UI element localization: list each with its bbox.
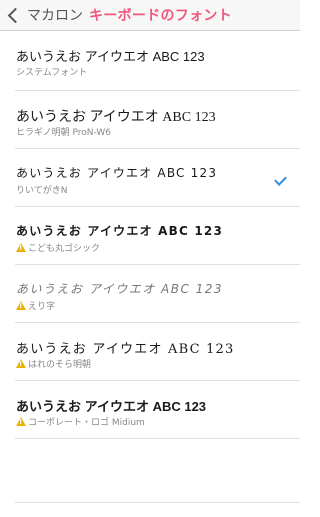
- font-name: りいてがきN: [16, 183, 67, 196]
- font-list: あいうえお アイウエオ ABC 123 システムフォント あいうえお アイウエオ…: [0, 31, 300, 439]
- back-button[interactable]: マカロン: [6, 4, 83, 26]
- keyboard-font-screen: マカロン キーボードのフォント あいうえお アイウエオ ABC 123 システム…: [0, 0, 300, 517]
- font-name-label: ヒラギノ明朝 ProN-W6: [16, 128, 112, 138]
- navigation-bar: マカロン キーボードのフォント: [0, 0, 300, 31]
- font-row-kodomo-maru-gothic[interactable]: あいうえお アイウエオ ABC 123 こども丸ゴシック: [15, 207, 300, 265]
- font-row-corporate-logo[interactable]: あいうえお アイウエオ ABC 123 コーポレート・ロゴ Midium: [15, 381, 300, 439]
- font-name-label: はれのそら明朝: [28, 360, 92, 370]
- font-sample: あいうえお アイウエオ ABC 123: [16, 166, 218, 180]
- font-name: こども丸ゴシック: [16, 241, 100, 254]
- font-row-riitegaki[interactable]: あいうえお アイウエオ ABC 123 りいてがきN: [15, 149, 300, 207]
- checkmark-icon: [274, 173, 287, 186]
- font-name-label: えり字: [28, 302, 56, 312]
- font-name: コーポレート・ロゴ Midium: [16, 415, 145, 428]
- font-name: ヒラギノ明朝 ProN-W6: [16, 125, 111, 138]
- warning-triangle-icon: [16, 243, 26, 252]
- font-sample: あいうえお アイウエオ ABC 123: [16, 342, 235, 357]
- font-sample: あいうえお アイウエオ ABC 123: [16, 110, 216, 125]
- font-name-label: こども丸ゴシック: [28, 244, 101, 254]
- font-sample: あいうえお アイウエオ ABC 123: [16, 399, 207, 414]
- font-name: えり字: [16, 299, 55, 312]
- warning-triangle-icon: [16, 417, 26, 426]
- back-button-label: マカロン: [27, 8, 83, 24]
- font-row-hiragino-mincho[interactable]: あいうえお アイウエオ ABC 123 ヒラギノ明朝 ProN-W6: [15, 91, 300, 149]
- font-name: はれのそら明朝: [16, 357, 91, 370]
- font-row-eriji[interactable]: あいうえお アイウエオ ABC 123 えり字: [15, 265, 300, 323]
- warning-triangle-icon: [16, 301, 26, 310]
- font-name-label: コーポレート・ロゴ Midium: [28, 418, 145, 428]
- font-name-label: システムフォント: [16, 68, 88, 78]
- font-name: システムフォント: [16, 65, 87, 78]
- warning-triangle-icon: [16, 359, 26, 368]
- list-divider: [15, 502, 300, 503]
- font-sample: あいうえお アイウエオ ABC 123: [16, 224, 224, 238]
- font-row-harenosora-mincho[interactable]: あいうえお アイウエオ ABC 123 はれのそら明朝: [15, 323, 300, 381]
- chevron-left-icon: [7, 7, 24, 23]
- font-row-system[interactable]: あいうえお アイウエオ ABC 123 システムフォント: [15, 31, 300, 91]
- font-sample: あいうえお アイウエオ ABC 123: [16, 49, 205, 64]
- page-title: キーボードのフォント: [89, 8, 232, 24]
- font-name-label: りいてがきN: [16, 186, 68, 196]
- font-sample: あいうえお アイウエオ ABC 123: [16, 282, 224, 296]
